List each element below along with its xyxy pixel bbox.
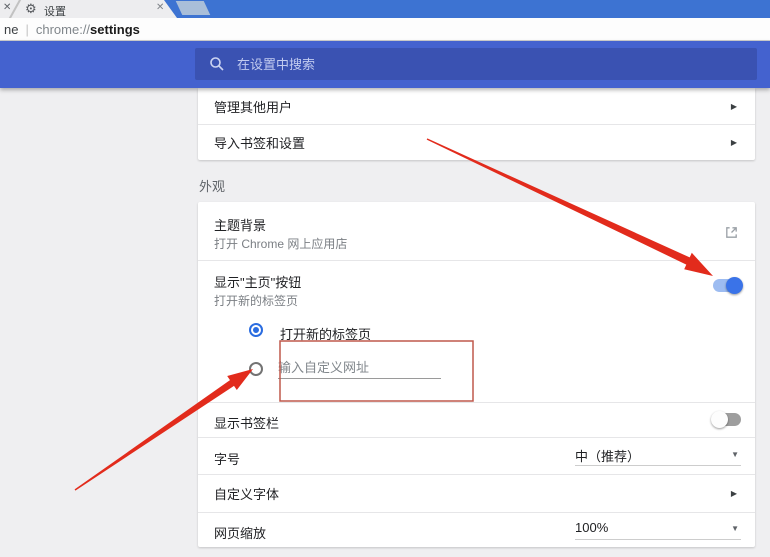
- home-button-toggle[interactable]: [713, 279, 741, 292]
- row-subtitle: 打开新的标签页: [214, 292, 298, 309]
- row-title: 网页缩放: [214, 523, 266, 542]
- section-title-appearance: 外观: [199, 176, 225, 195]
- row-manage-other-users[interactable]: 管理其他用户 ▶: [198, 88, 755, 124]
- url-host: settings: [90, 22, 140, 37]
- chrome-settings-window: ✕ ⚙ 设置 ✕ ne | chrome:// settings 管理其他用户 …: [0, 0, 770, 557]
- row-import-bookmarks[interactable]: 导入书签和设置 ▶: [198, 124, 755, 160]
- tab-settings[interactable]: ✕ ⚙ 设置 ✕: [0, 0, 177, 18]
- row-label: 管理其他用户: [214, 97, 731, 116]
- radio-custom-url[interactable]: [249, 362, 263, 376]
- font-size-value: 中（推荐）: [575, 449, 640, 464]
- row-label: 自定义字体: [214, 484, 731, 503]
- toggle-knob: [711, 411, 728, 428]
- chevron-right-icon: ▶: [731, 102, 737, 111]
- chevron-down-icon: ▼: [731, 450, 739, 459]
- custom-url-input[interactable]: [278, 357, 441, 379]
- row-customize-fonts[interactable]: 自定义字体 ▶: [198, 474, 755, 512]
- new-tab-button[interactable]: [176, 1, 211, 15]
- row-theme[interactable]: 主题背景 打开 Chrome 网上应用店: [198, 202, 755, 260]
- row-title: 字号: [214, 449, 240, 468]
- row-title: 显示书签栏: [214, 413, 279, 432]
- people-card: 管理其他用户 ▶ 导入书签和设置 ▶: [198, 88, 755, 160]
- gear-icon: ⚙: [25, 0, 37, 18]
- page-zoom-value: 100%: [575, 520, 608, 535]
- row-show-home-button: 显示"主页"按钮 打开新的标签页: [198, 260, 755, 310]
- font-size-select[interactable]: 中（推荐） ▼: [575, 446, 741, 466]
- close-icon[interactable]: ✕: [3, 2, 11, 14]
- chevron-right-icon: ▶: [731, 489, 737, 498]
- row-font-size: 字号 中（推荐） ▼: [198, 437, 755, 474]
- external-link-icon[interactable]: [724, 225, 739, 240]
- radio-new-tab-page[interactable]: [249, 323, 263, 337]
- tab-strip: ✕ ⚙ 设置 ✕: [0, 0, 770, 18]
- row-label: 导入书签和设置: [214, 133, 731, 152]
- url-scheme: chrome://: [36, 22, 90, 37]
- search-icon: [209, 56, 225, 72]
- tab-title: 设置: [44, 3, 66, 19]
- tab-close-icon[interactable]: ✕: [156, 2, 164, 13]
- row-page-zoom: 网页缩放 100% ▼: [198, 512, 755, 547]
- bookmarks-bar-toggle[interactable]: [713, 413, 741, 426]
- chevron-right-icon: ▶: [731, 138, 737, 147]
- toggle-knob: [726, 277, 743, 294]
- row-title: 显示"主页"按钮: [214, 272, 301, 291]
- page-zoom-select[interactable]: 100% ▼: [575, 520, 741, 540]
- url-separator: |: [25, 22, 28, 37]
- radio-new-tab-page-label: 打开新的标签页: [280, 324, 371, 343]
- settings-search-input[interactable]: [237, 57, 717, 72]
- chevron-down-icon: ▼: [731, 524, 739, 533]
- settings-header: [0, 41, 770, 88]
- address-bar[interactable]: ne | chrome:// settings: [0, 18, 770, 41]
- row-title: 主题背景: [214, 215, 266, 234]
- appearance-card: 主题背景 打开 Chrome 网上应用店 显示"主页"按钮 打开新的标签页 打开…: [198, 202, 755, 547]
- row-show-bookmarks-bar: 显示书签栏: [198, 402, 755, 437]
- settings-search-box[interactable]: [195, 48, 757, 80]
- url-fragment: ne: [4, 22, 18, 37]
- row-subtitle: 打开 Chrome 网上应用店: [214, 235, 347, 252]
